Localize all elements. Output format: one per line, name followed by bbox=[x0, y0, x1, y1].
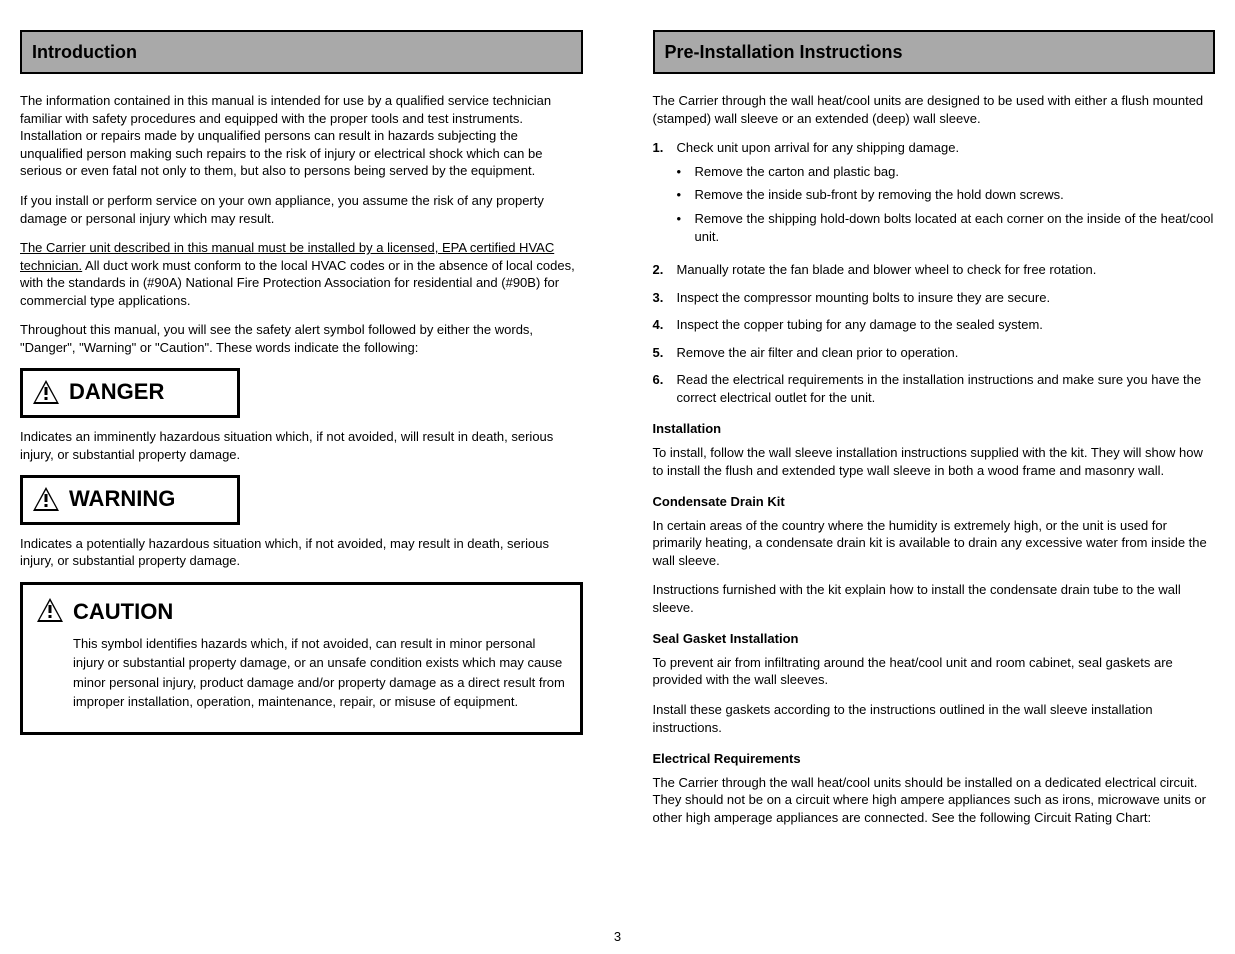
intro-paragraph-2: If you install or perform service on you… bbox=[20, 192, 583, 227]
caution-box: CAUTION This symbol identifies hazards w… bbox=[20, 582, 583, 735]
step-6: Read the electrical requirements in the … bbox=[653, 371, 1216, 406]
intro-paragraph-3: The Carrier unit described in this manua… bbox=[20, 239, 583, 309]
intro-paragraph-3-cont: All duct work must conform to the local … bbox=[20, 258, 575, 308]
section-heading-introduction: Introduction bbox=[20, 30, 583, 74]
alert-icon bbox=[33, 380, 59, 409]
subhead-electrical: Electrical Requirements bbox=[653, 750, 1216, 768]
subhead-condensate: Condensate Drain Kit bbox=[653, 493, 1216, 511]
danger-description: Indicates an imminently hazardous situat… bbox=[20, 428, 583, 463]
caution-body: CAUTION This symbol identifies hazards w… bbox=[73, 595, 566, 712]
left-column: Introduction The information contained i… bbox=[20, 30, 583, 838]
preinstall-paragraph: The Carrier through the wall heat/cool u… bbox=[653, 92, 1216, 127]
numbered-steps: Check unit upon arrival for any shipping… bbox=[653, 139, 1216, 406]
subhead-seal-gasket: Seal Gasket Installation bbox=[653, 630, 1216, 648]
step-5: Remove the air filter and clean prior to… bbox=[653, 344, 1216, 362]
alert-icon bbox=[37, 598, 63, 627]
caution-label: CAUTION bbox=[73, 595, 566, 628]
page-number: 3 bbox=[0, 928, 1235, 946]
intro-paragraph-4: Throughout this manual, you will see the… bbox=[20, 321, 583, 356]
step-1-bullet-2: Remove the inside sub-front by removing … bbox=[677, 186, 1216, 204]
step-1-bullet-3: Remove the shipping hold-down bolts loca… bbox=[677, 210, 1216, 245]
danger-label: DANGER bbox=[69, 377, 164, 407]
seal-paragraph-2: Install these gaskets according to the i… bbox=[653, 701, 1216, 736]
caution-text: This symbol identifies hazards which, if… bbox=[73, 634, 566, 712]
step-4: Inspect the copper tubing for any damage… bbox=[653, 316, 1216, 334]
installation-paragraph: To install, follow the wall sleeve insta… bbox=[653, 444, 1216, 479]
warning-box: WARNING bbox=[20, 475, 240, 525]
electrical-paragraph: The Carrier through the wall heat/cool u… bbox=[653, 774, 1216, 827]
alert-icon bbox=[33, 487, 59, 516]
intro-paragraph-1: The information contained in this manual… bbox=[20, 92, 583, 180]
section-heading-preinstall: Pre-Installation Instructions bbox=[653, 30, 1216, 74]
condensate-paragraph-1: In certain areas of the country where th… bbox=[653, 517, 1216, 570]
subhead-installation: Installation bbox=[653, 420, 1216, 438]
danger-box: DANGER bbox=[20, 368, 240, 418]
seal-paragraph-1: To prevent air from infiltrating around … bbox=[653, 654, 1216, 689]
warning-label: WARNING bbox=[69, 484, 175, 514]
step-2: Manually rotate the fan blade and blower… bbox=[653, 261, 1216, 279]
step-1-bullets: Remove the carton and plastic bag. Remov… bbox=[677, 163, 1216, 245]
warning-description: Indicates a potentially hazardous situat… bbox=[20, 535, 583, 570]
step-3: Inspect the compressor mounting bolts to… bbox=[653, 289, 1216, 307]
step-1-text: Check unit upon arrival for any shipping… bbox=[677, 140, 960, 155]
right-column: Pre-Installation Instructions The Carrie… bbox=[653, 30, 1216, 838]
step-1-bullet-1: Remove the carton and plastic bag. bbox=[677, 163, 1216, 181]
condensate-paragraph-2: Instructions furnished with the kit expl… bbox=[653, 581, 1216, 616]
step-1: Check unit upon arrival for any shipping… bbox=[653, 139, 1216, 251]
